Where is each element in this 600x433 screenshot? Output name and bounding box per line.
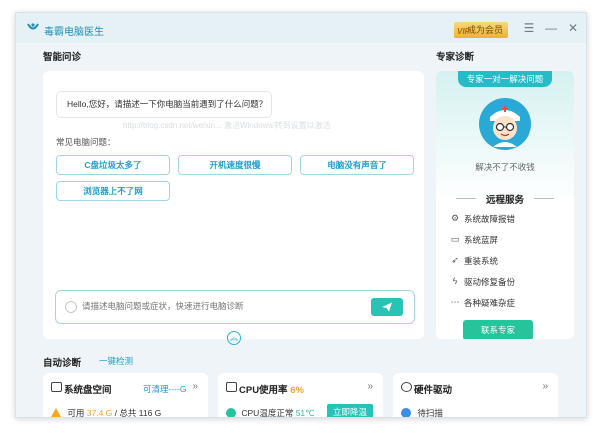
chevron-right-icon[interactable]: » [192,381,198,392]
cpu-icon [226,382,237,392]
chip-c-drive[interactable]: C盘垃圾太多了 [56,155,170,175]
driver-status: 待扫描 [417,408,443,418]
watermark-text: http://blog.csdn.net/weixin... 激活Windows… [123,121,331,130]
vip-button[interactable]: VIP 成为会员 [454,22,508,38]
disk-icon [51,382,62,392]
app-window: 毒霸电脑医生 VIP 成为会员 ☰ — ✕ 智能问诊 专家诊断 Hello,您好… [15,12,587,418]
card-title: CPU使用率 6% [239,382,304,396]
cpu-label: CPU使用率 [239,385,288,396]
expert-panel: 专家一对一解决问题 解决不了不收钱 远程服务 ⚙ 系统故障报错 ▭ 系统蓝屏 ➶… [436,71,574,339]
driver-status-line: 待扫描 [401,407,443,418]
driver-gear-icon [401,382,412,392]
hardware-driver-card: 硬件驱动 » 待扫描 [393,373,558,418]
service-label: 驱动修复备份 [464,277,516,287]
chevron-right-icon[interactable]: » [367,381,373,392]
card-title: 系统盘空间 [64,385,112,396]
vip-crown-icon: VIP [457,27,470,36]
fault-report-icon: ⚙ [450,213,460,223]
cpu-temp: 51℃ [295,408,315,418]
chat-bubble-icon [65,301,77,313]
expert-diagnosis-title: 专家诊断 [436,52,475,63]
chip-no-sound[interactable]: 电脑没有声音了 [300,155,414,175]
close-icon[interactable]: ✕ [566,21,580,35]
doctor-avatar-icon [479,98,531,150]
contact-expert-button[interactable]: 联系专家 [463,320,533,339]
cpu-percent: 6% [290,385,304,396]
cpu-status: CPU温度正常 [241,408,294,418]
chat-panel: Hello,您好，请描述一下你电脑当前遇到了什么问题？ http://blog.… [43,71,424,339]
service-misc[interactable]: ⋯ 各种疑难杂症 [451,297,516,309]
common-problems-label: 常见电脑问题： [56,137,116,147]
blue-screen-icon: ▭ [450,234,460,244]
problem-input[interactable] [82,301,362,311]
available-label: 可用 [67,408,85,418]
minimize-icon[interactable]: — [544,21,558,35]
chevron-right-icon[interactable]: » [542,381,548,392]
auto-diagnosis-title: 自动诊断 [43,358,82,369]
service-fault-report[interactable]: ⚙ 系统故障报错 [451,213,516,225]
disk-usage-line: 可用 37.4 G / 总共 116 G [51,407,162,418]
service-blue-screen[interactable]: ▭ 系统蓝屏 [451,234,499,246]
cpu-temp-line: CPU温度正常 51℃ [226,407,315,418]
warning-icon [51,408,61,417]
available-value: 37.4 G [86,408,113,418]
title-bar: 毒霸电脑医生 VIP 成为会员 ☰ — ✕ [16,13,586,43]
chip-slow-boot[interactable]: 开机速度很慢 [178,155,292,175]
service-reinstall[interactable]: ➶ 重装系统 [451,255,499,267]
cleanable-link[interactable]: 可清理----G [143,383,186,395]
greeting-bubble: Hello,您好，请描述一下你电脑当前遇到了什么问题？ [56,91,272,118]
send-button[interactable] [371,298,403,316]
check-icon [226,408,236,417]
expert-pill: 专家一对一解决问题 [458,71,552,87]
reinstall-icon: ➶ [451,255,459,265]
service-driver[interactable]: ϟ 驱动修复备份 [453,276,516,288]
cpu-usage-card: CPU使用率 6% » CPU温度正常 51℃ 立即降温 [218,373,383,418]
send-icon [382,302,392,312]
menu-icon[interactable]: ☰ [522,21,536,35]
remote-service-title: 远程服务 [436,192,574,206]
one-click-check-link[interactable]: 一键检测 [99,355,133,367]
smart-diagnosis-title: 智能问诊 [43,52,82,63]
system-disk-card: 系统盘空间 可清理----G » 可用 37.4 G / 总共 116 G [43,373,208,418]
problem-input-box[interactable] [55,290,415,324]
app-title: 毒霸电脑医生 [44,27,104,38]
pending-icon [401,408,411,417]
card-title: 硬件驱动 [414,385,453,396]
service-label: 系统蓝屏 [464,235,499,245]
driver-icon: ϟ [452,276,458,286]
chip-browser-offline[interactable]: 浏览器上不了网 [56,181,170,201]
expert-caption: 解决不了不收钱 [475,162,535,172]
service-label: 重装系统 [464,256,499,266]
cool-down-button[interactable]: 立即降温 [327,404,373,417]
total-value: / 总共 116 G [114,408,162,418]
service-label: 各种疑难杂症 [464,298,516,308]
app-logo-icon [27,23,39,30]
collapse-up-icon[interactable]: ︽ [227,331,241,345]
more-icon: ⋯ [450,297,460,307]
vip-label: 成为会员 [466,25,503,35]
service-label: 系统故障报错 [464,214,516,224]
